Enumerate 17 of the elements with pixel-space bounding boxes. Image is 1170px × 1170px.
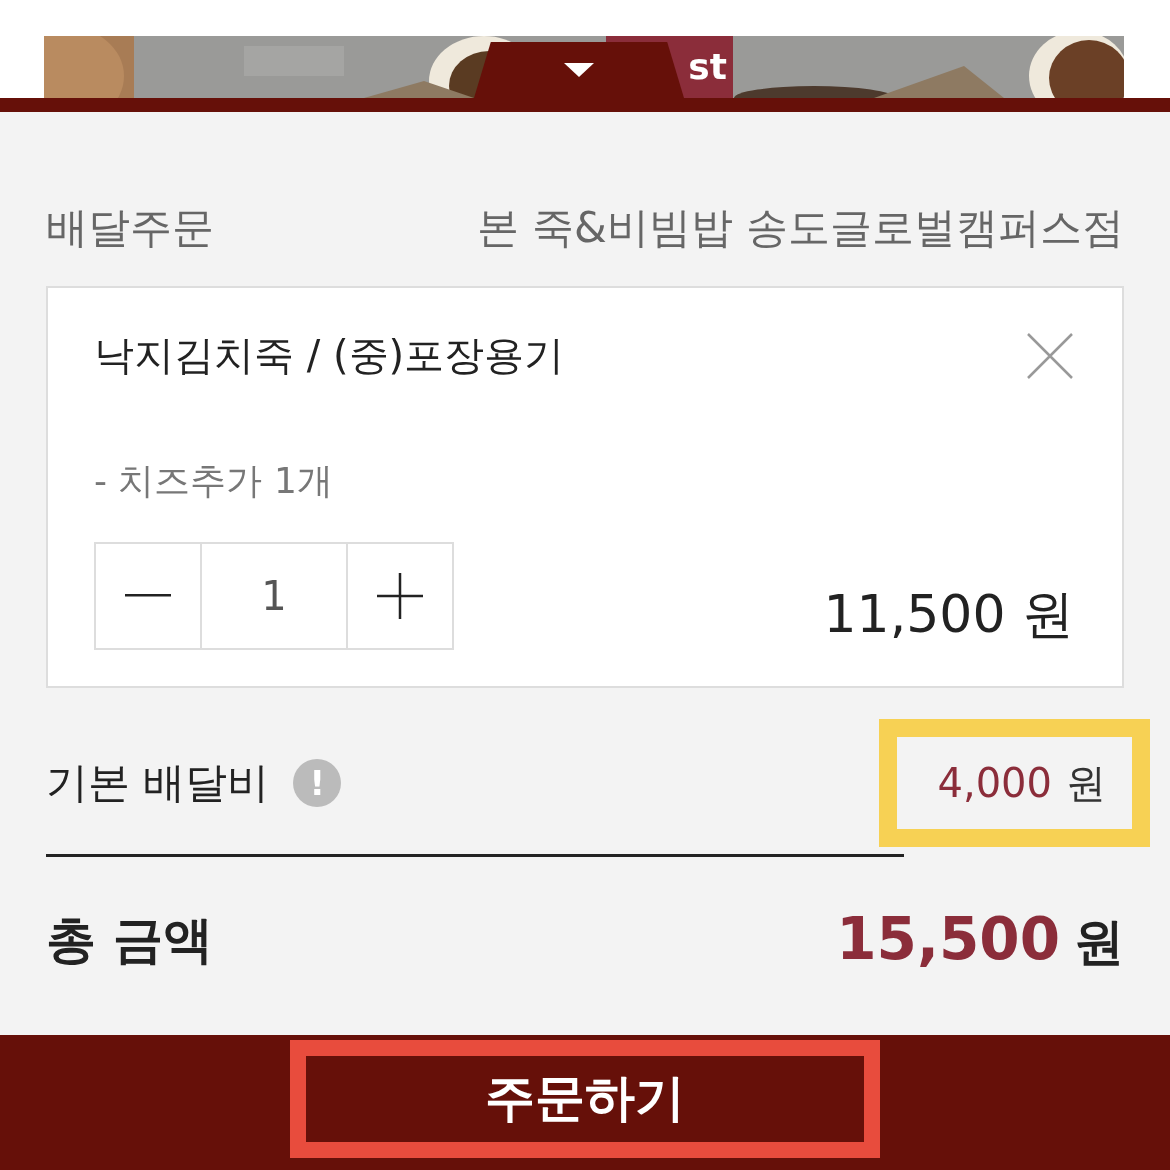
item-option: - 치즈추가 1개 (94, 457, 1074, 506)
item-name: 낙지김치죽 / (중)포장용기 (94, 331, 565, 380)
order-type: 배달주문 (46, 202, 214, 254)
increase-button[interactable] (346, 542, 454, 650)
delivery-fee-amount: 4,000 (937, 760, 1052, 806)
caret-icon (564, 63, 594, 77)
plus-icon (377, 573, 423, 619)
store-name: 본 죽&비빔밥 송도글로벌캠퍼스점 (476, 202, 1124, 254)
minus-icon (125, 594, 171, 598)
item-price: 11,500 원 (823, 583, 1074, 646)
order-button[interactable]: 주문하기 (290, 1039, 880, 1158)
close-icon[interactable] (1026, 331, 1074, 380)
total-label: 총 금액 (46, 909, 214, 971)
currency-unit: 원 (1066, 758, 1106, 808)
total-amount: 15,500 (836, 904, 1060, 973)
delivery-fee-label: 기본 배달비 (46, 757, 270, 809)
currency-unit: 원 (1074, 911, 1124, 973)
